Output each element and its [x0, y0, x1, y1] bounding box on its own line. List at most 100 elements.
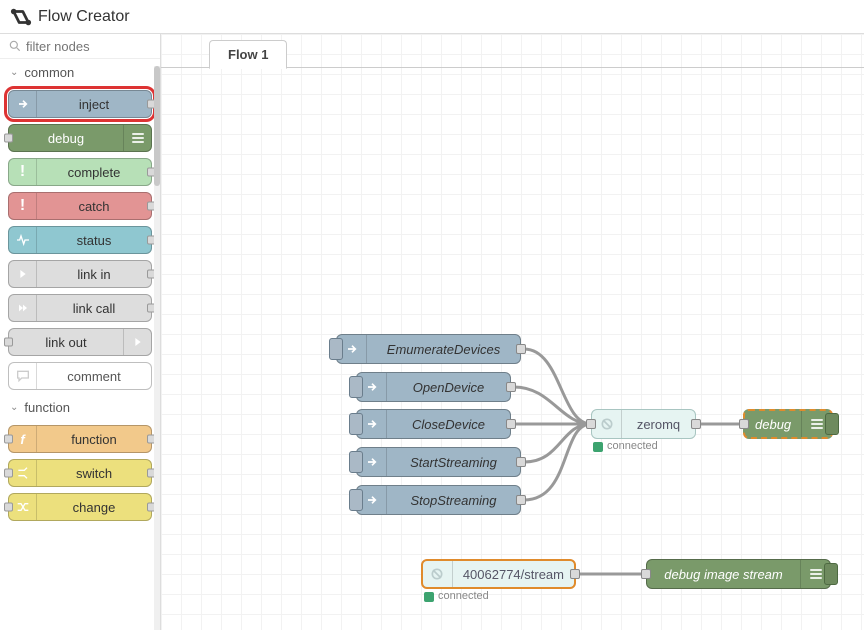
palette-node-label: link call [37, 301, 151, 316]
palette-node-comment[interactable]: comment [8, 362, 152, 390]
node-label: StopStreaming [387, 493, 520, 508]
node-port[interactable] [4, 134, 13, 143]
palette-node-label: function [37, 432, 151, 447]
node-label: zeromq [622, 417, 695, 432]
category-function[interactable]: ⌄ function [0, 394, 160, 421]
palette-node-label: catch [37, 199, 151, 214]
palette-node-catch[interactable]: ! catch [8, 192, 152, 220]
node-label: StartStreaming [387, 455, 520, 470]
node-label: debug [745, 417, 801, 432]
palette-common: inject debug ! complete ! catch [0, 86, 160, 394]
palette-node-inject[interactable]: inject [8, 90, 152, 118]
shuffle-icon [9, 494, 37, 520]
node-port[interactable] [516, 344, 526, 354]
wires [161, 34, 864, 630]
node-port[interactable] [4, 503, 13, 512]
link-call-icon [9, 295, 37, 321]
inject-button[interactable] [349, 489, 363, 511]
app-header: Flow Creator [0, 0, 864, 34]
function-icon: f [9, 426, 37, 452]
search-icon [8, 38, 22, 54]
filter-bar [0, 34, 160, 59]
palette-node-change[interactable]: change [8, 493, 152, 521]
status-text: connected [438, 590, 489, 602]
flow-node-zeromq[interactable]: zeromq [591, 409, 696, 439]
inject-button[interactable] [349, 413, 363, 435]
inject-button[interactable] [329, 338, 343, 360]
inject-button[interactable] [349, 451, 363, 473]
node-label: debug image stream [647, 567, 800, 582]
debug-toggle-button[interactable] [824, 563, 838, 585]
flow-node-stream[interactable]: 40062774/stream [421, 559, 576, 589]
sidebar-scrollbar[interactable] [154, 66, 160, 630]
palette-node-label: switch [37, 466, 151, 481]
node-label: EmumerateDevices [367, 342, 520, 357]
palette-node-label: comment [37, 369, 151, 384]
node-port[interactable] [4, 338, 13, 347]
node-label: OpenDevice [387, 380, 510, 395]
palette-node-label: debug [9, 131, 123, 146]
flow-node-debug-image-stream[interactable]: debug image stream [646, 559, 831, 589]
flow-node-open-device[interactable]: OpenDevice [356, 372, 511, 402]
palette-node-label: change [37, 500, 151, 515]
inject-button[interactable] [349, 376, 363, 398]
flow-node-enumerate-devices[interactable]: EmumerateDevices [336, 334, 521, 364]
palette-node-link-call[interactable]: link call [8, 294, 152, 322]
flow-node-stop-streaming[interactable]: StopStreaming [356, 485, 521, 515]
link-in-icon [9, 261, 37, 287]
palette-node-link-out[interactable]: link out [8, 328, 152, 356]
debug-toggle-button[interactable] [825, 413, 839, 435]
node-port[interactable] [691, 419, 701, 429]
category-label: common [24, 65, 74, 80]
node-port[interactable] [4, 435, 13, 444]
socket-icon [592, 410, 622, 438]
node-port[interactable] [506, 419, 516, 429]
status-text: connected [607, 440, 658, 452]
tab-flow-1[interactable]: Flow 1 [209, 40, 287, 69]
palette-node-status[interactable]: status [8, 226, 152, 254]
node-port[interactable] [586, 419, 596, 429]
status-dot [424, 592, 434, 602]
node-port[interactable] [516, 495, 526, 505]
chevron-down-icon: ⌄ [10, 67, 18, 78]
palette-node-function[interactable]: f function [8, 425, 152, 453]
node-port[interactable] [641, 569, 651, 579]
palette-node-debug[interactable]: debug [8, 124, 152, 152]
canvas[interactable]: Flow 1 EmumerateDevices OpenDevice [161, 34, 864, 630]
node-label: CloseDevice [387, 417, 510, 432]
status-dot [593, 442, 603, 452]
palette-node-switch[interactable]: switch [8, 459, 152, 487]
arrow-right-icon [9, 91, 37, 117]
palette-node-complete[interactable]: ! complete [8, 158, 152, 186]
switch-icon [9, 460, 37, 486]
link-out-icon [123, 329, 151, 355]
node-port[interactable] [506, 382, 516, 392]
exclaim-icon: ! [9, 193, 37, 219]
flow-node-start-streaming[interactable]: StartStreaming [356, 447, 521, 477]
node-port[interactable] [570, 569, 580, 579]
bars-icon [123, 125, 151, 151]
app-title: Flow Creator [38, 8, 130, 26]
main: ⌄ common inject debug ! complete [0, 34, 864, 630]
sidebar: ⌄ common inject debug ! complete [0, 34, 161, 630]
app-logo-icon [10, 6, 32, 28]
palette-node-label: status [37, 233, 151, 248]
scrollbar-thumb[interactable] [154, 66, 160, 186]
flow-node-close-device[interactable]: CloseDevice [356, 409, 511, 439]
flow-node-debug[interactable]: debug [743, 409, 833, 439]
socket-icon [423, 561, 453, 587]
palette-node-label: link in [37, 267, 151, 282]
palette-node-link-in[interactable]: link in [8, 260, 152, 288]
chevron-down-icon: ⌄ [10, 402, 18, 413]
exclaim-icon: ! [9, 159, 37, 185]
pulse-icon [9, 227, 37, 253]
palette-node-label: complete [37, 165, 151, 180]
node-port[interactable] [739, 419, 749, 429]
node-port[interactable] [516, 457, 526, 467]
palette-node-label: inject [37, 97, 151, 112]
node-label: 40062774/stream [453, 567, 574, 582]
category-label: function [24, 400, 70, 415]
category-common[interactable]: ⌄ common [0, 59, 160, 86]
filter-input[interactable] [26, 39, 152, 54]
node-port[interactable] [4, 469, 13, 478]
